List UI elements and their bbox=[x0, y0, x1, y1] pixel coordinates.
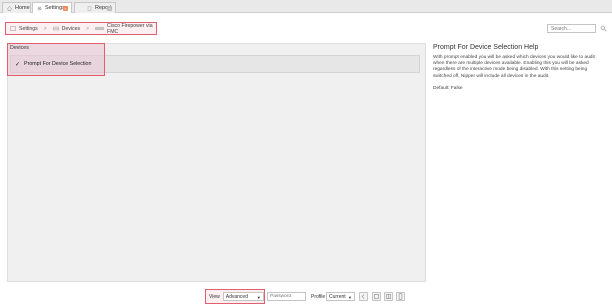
devices-icon bbox=[52, 26, 59, 31]
prompt-device-selection-option[interactable]: ✓ Prompt For Device Selection bbox=[10, 55, 105, 73]
tab-report[interactable]: Report × bbox=[74, 2, 116, 13]
breadcrumb-label: Cisco Firepower via FMC bbox=[107, 22, 153, 35]
help-title: Prompt For Device Selection Help bbox=[433, 44, 539, 51]
tab-label: Home bbox=[15, 5, 30, 11]
tab-label: Settings bbox=[45, 5, 65, 11]
search-options-icon[interactable] bbox=[600, 25, 607, 32]
gear-icon bbox=[37, 6, 42, 11]
help-default-value: Default: False bbox=[433, 86, 463, 91]
checkmark-icon[interactable]: ✓ bbox=[15, 61, 20, 68]
close-icon[interactable]: × bbox=[63, 6, 68, 11]
settings-page-icon bbox=[10, 26, 16, 31]
chevron-down-icon: ▼ bbox=[348, 295, 352, 300]
breadcrumb: Settings > Devices > Cisco Firepower via… bbox=[5, 22, 157, 35]
devices-group-header: Devices bbox=[10, 45, 29, 51]
firewall-device-icon bbox=[95, 26, 104, 31]
home-icon bbox=[6, 5, 13, 11]
breadcrumb-separator: > bbox=[43, 25, 47, 32]
breadcrumb-item-cisco-firepower[interactable]: Cisco Firepower via FMC bbox=[95, 23, 156, 35]
profile-select[interactable]: Current ▼ bbox=[326, 292, 355, 301]
profile-label: Profile bbox=[311, 294, 326, 300]
chevron-down-icon: ▼ bbox=[256, 295, 261, 300]
search-input[interactable] bbox=[547, 24, 596, 33]
export-button[interactable] bbox=[396, 292, 405, 301]
view-selector-group: View Advanced ▼ bbox=[205, 289, 265, 304]
help-body: With prompt enabled you will be asked wh… bbox=[433, 55, 595, 79]
collapse-button[interactable] bbox=[359, 292, 368, 301]
settings-panel bbox=[7, 43, 426, 282]
view-select[interactable]: Advanced ▼ bbox=[222, 292, 264, 301]
document-icon bbox=[87, 5, 92, 11]
tab-settings[interactable]: Settings × bbox=[32, 2, 72, 13]
breadcrumb-item-devices[interactable]: Devices bbox=[52, 25, 81, 32]
list-view-button[interactable] bbox=[372, 292, 381, 301]
tab-home[interactable]: Home bbox=[2, 2, 31, 13]
profile-select-value: Current bbox=[329, 293, 346, 300]
breadcrumb-item-settings[interactable]: Settings bbox=[10, 26, 38, 32]
view-label: View bbox=[209, 293, 220, 300]
breadcrumb-label: Settings bbox=[19, 25, 38, 32]
breadcrumb-separator: > bbox=[86, 25, 90, 32]
option-label: Prompt For Device Selection bbox=[24, 61, 92, 67]
password-field[interactable] bbox=[267, 292, 306, 301]
grid-view-button[interactable] bbox=[384, 292, 393, 301]
view-select-value: Advanced bbox=[225, 293, 248, 300]
breadcrumb-label: Devices bbox=[61, 25, 81, 32]
close-icon[interactable]: × bbox=[107, 6, 112, 11]
